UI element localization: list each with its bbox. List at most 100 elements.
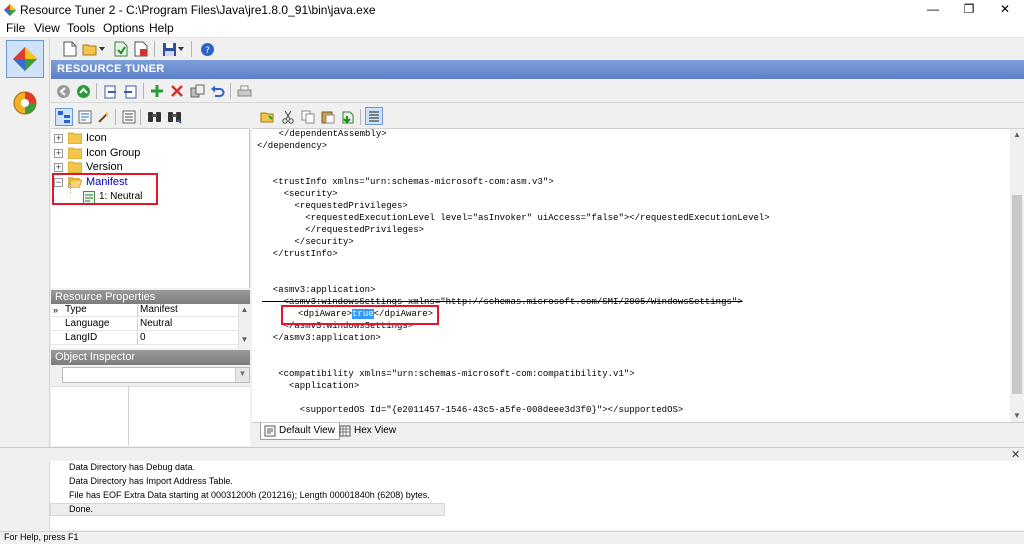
- highlight-annotation: [281, 305, 439, 325]
- help-icon[interactable]: ?: [199, 41, 215, 57]
- close-file-icon[interactable]: [133, 41, 149, 57]
- open-folder-icon[interactable]: [82, 41, 98, 57]
- code-line: </dependentAssembly>: [257, 129, 387, 139]
- back-icon[interactable]: [55, 83, 71, 99]
- property-key: LangID: [64, 332, 138, 345]
- add-resource-icon[interactable]: [149, 83, 165, 99]
- resource-list-icon[interactable]: [121, 109, 137, 125]
- resource-properties-title: Resource Properties: [55, 291, 156, 303]
- resource-tuner-module-button[interactable]: [6, 40, 44, 78]
- scroll-up-icon[interactable]: ▲: [1010, 129, 1024, 141]
- object-inspector-title: Object Inspector: [55, 351, 136, 363]
- tree-item-label: Icon: [86, 132, 107, 144]
- property-value: Neutral: [140, 318, 173, 329]
- tree-expander[interactable]: +: [54, 134, 63, 143]
- properties-icon[interactable]: [77, 109, 93, 125]
- main-toolbar: ?: [51, 38, 1024, 60]
- log-panel-header: ✕: [0, 447, 1024, 461]
- new-file-icon[interactable]: [62, 41, 78, 57]
- open-dropdown-icon[interactable]: [98, 41, 106, 57]
- property-value: 0: [140, 332, 146, 343]
- highlight-annotation: [52, 173, 158, 205]
- toolbar-separator: [230, 83, 231, 99]
- property-row-langid[interactable]: LangID 0: [51, 332, 239, 345]
- toolbar-separator: [191, 41, 192, 57]
- scan-module-button[interactable]: [6, 84, 44, 122]
- close-log-button[interactable]: ✕: [1011, 448, 1020, 461]
- hex-grid-icon: [339, 425, 351, 437]
- output-log: Data Directory has Debug data. Data Dire…: [50, 461, 1024, 530]
- log-selected-row[interactable]: [50, 503, 445, 516]
- tree-view-icon[interactable]: [55, 108, 73, 126]
- menu-file[interactable]: File: [6, 21, 25, 35]
- scroll-down-icon[interactable]: ▼: [1010, 410, 1024, 422]
- toolbar-separator: [96, 83, 97, 99]
- print-icon[interactable]: [236, 83, 252, 99]
- log-line: File has EOF Extra Data starting at 0003…: [69, 490, 430, 500]
- code-line: </asmv3:application>: [262, 333, 381, 343]
- tab-label: Hex View: [354, 425, 397, 436]
- wizard-icon[interactable]: [96, 109, 112, 125]
- copy-icon[interactable]: [300, 109, 316, 125]
- tree-expander[interactable]: +: [54, 149, 63, 158]
- forward-icon[interactable]: [75, 83, 91, 99]
- scroll-down-icon[interactable]: ▼: [239, 334, 250, 346]
- xml-editor[interactable]: </dependentAssembly> </dependency> <trus…: [252, 129, 1010, 422]
- chevron-down-icon[interactable]: ▼: [235, 368, 249, 382]
- resource-properties-grid: » Type Manifest Language Neutral LangID …: [51, 304, 250, 348]
- delete-resource-icon[interactable]: [169, 83, 185, 99]
- resource-tree: + Icon + Icon Group + Version − Manifest: [51, 129, 250, 288]
- open-editor-icon[interactable]: [259, 109, 275, 125]
- object-inspector-divider: [128, 386, 129, 446]
- folder-icon: [68, 161, 82, 173]
- resource-tuner-icon: [13, 47, 37, 71]
- object-inspector-header: Object Inspector: [51, 350, 250, 365]
- app-icon: [4, 4, 16, 16]
- undo-icon[interactable]: [209, 83, 225, 99]
- save-green-icon[interactable]: [113, 41, 129, 57]
- view-tabs: Default View Hex View: [252, 422, 1024, 440]
- code-line: <security>: [262, 189, 338, 199]
- tree-expander[interactable]: +: [54, 163, 63, 172]
- folder-icon: [68, 147, 82, 159]
- cut-icon[interactable]: [280, 109, 296, 125]
- apply-changes-icon[interactable]: [340, 109, 356, 125]
- property-value: Manifest: [140, 304, 178, 315]
- log-line: Data Directory has Debug data.: [69, 462, 196, 472]
- code-line: <requestedPrivileges>: [262, 201, 408, 211]
- tab-default-view[interactable]: Default View: [260, 423, 340, 440]
- scroll-up-icon[interactable]: ▲: [239, 304, 250, 316]
- export-icon[interactable]: [102, 83, 118, 99]
- code-line: </trustInfo>: [262, 249, 338, 259]
- replace-resource-icon[interactable]: [189, 83, 205, 99]
- resource-properties-header: Resource Properties: [51, 290, 250, 304]
- tree-item-icon-group[interactable]: + Icon Group: [51, 146, 250, 161]
- menu-tools[interactable]: Tools: [67, 21, 95, 35]
- find-icon[interactable]: [146, 109, 162, 125]
- property-row-type[interactable]: » Type Manifest: [51, 304, 239, 317]
- save-disk-icon[interactable]: [161, 41, 177, 57]
- menu-view[interactable]: View: [34, 21, 60, 35]
- object-inspector-select[interactable]: ▼: [62, 367, 250, 383]
- close-button[interactable]: ✕: [982, 0, 1024, 20]
- log-line: Data Directory has Import Address Table.: [69, 476, 233, 486]
- document-icon: [264, 425, 276, 437]
- properties-scrollbar[interactable]: ▲ ▼: [238, 304, 250, 348]
- status-text: For Help, press F1: [4, 532, 79, 542]
- code-line: <trustInfo xmlns="urn:schemas-microsoft-…: [262, 177, 554, 187]
- save-dropdown-icon[interactable]: [177, 41, 185, 57]
- paste-icon[interactable]: [320, 109, 336, 125]
- tree-item-label: Version: [86, 161, 123, 173]
- editor-scrollbar[interactable]: ▲ ▼: [1010, 129, 1024, 422]
- property-row-language[interactable]: Language Neutral: [51, 318, 239, 331]
- menu-options[interactable]: Options: [103, 21, 144, 35]
- tree-item-icon[interactable]: + Icon: [51, 131, 250, 146]
- code-line: </requestedPrivileges>: [262, 225, 425, 235]
- find-next-icon[interactable]: [166, 109, 182, 125]
- scroll-thumb[interactable]: [1012, 195, 1022, 394]
- tab-hex-view[interactable]: Hex View: [336, 423, 400, 440]
- toolbar-separator: [360, 109, 361, 125]
- menu-help[interactable]: Help: [149, 21, 174, 35]
- import-icon[interactable]: [122, 83, 138, 99]
- word-wrap-icon[interactable]: [365, 107, 383, 125]
